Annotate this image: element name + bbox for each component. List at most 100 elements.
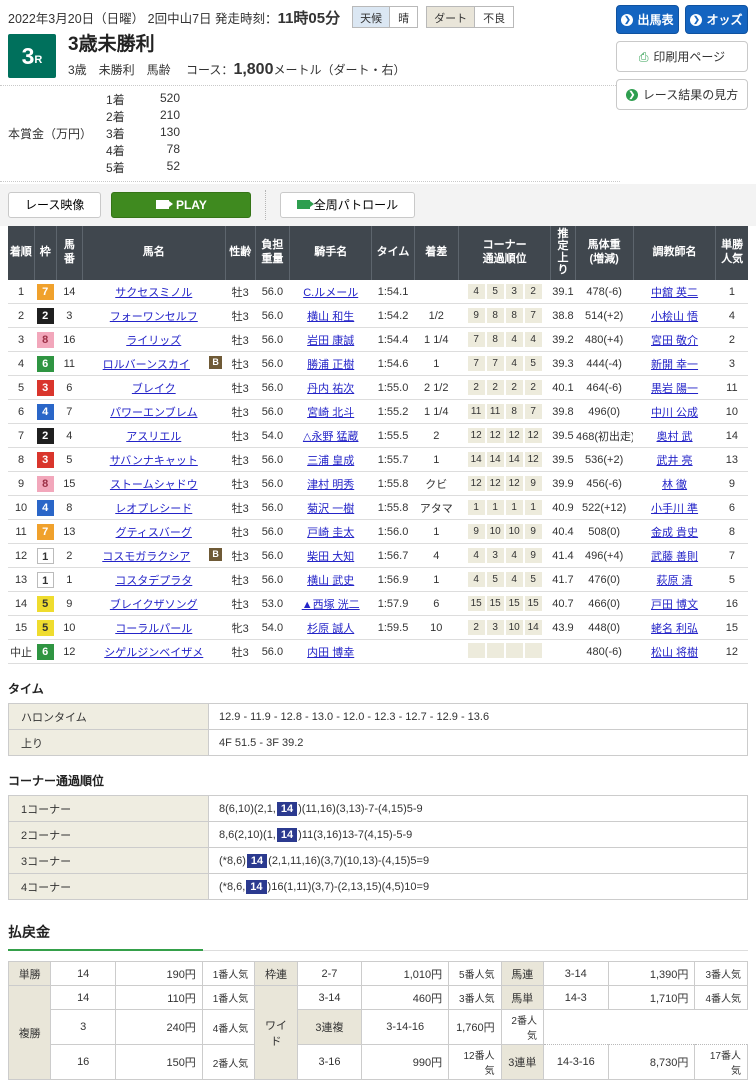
jockey-link[interactable]: 横山 武史: [307, 575, 354, 587]
weather-badge: 天候 晴: [352, 6, 418, 28]
payout-combination: 14-3-16: [543, 1045, 608, 1080]
finish-time: 1:54.4: [372, 328, 414, 352]
trainer-link[interactable]: 中川 公成: [651, 407, 698, 419]
margin: [414, 640, 458, 664]
horse-number: 14: [56, 280, 82, 304]
payout-favorite-rank: 2番人気: [202, 1045, 254, 1080]
jockey-link[interactable]: C.ルメール: [303, 287, 358, 299]
payout-bet-type: 3連複: [297, 1010, 362, 1045]
corner-position-box: 8: [506, 308, 523, 323]
print-page-button[interactable]: ⎙ 印刷用ページ: [616, 41, 748, 72]
jockey-link[interactable]: 丹内 祐次: [307, 383, 354, 395]
last-3f: 39.8: [551, 400, 575, 424]
trainer-link[interactable]: 金成 貴史: [651, 527, 698, 539]
odds-button[interactable]: ❯ オッズ: [685, 5, 748, 34]
trainer-link[interactable]: 黒岩 陽一: [651, 383, 698, 395]
trainer-link[interactable]: 小手川 準: [651, 503, 698, 515]
results-column-header: 着差: [414, 226, 458, 280]
jockey-cell: 杉原 誠人: [289, 616, 371, 640]
finish-time: 1:57.9: [372, 592, 414, 616]
horse-link[interactable]: コスタデプラタ: [115, 575, 192, 587]
jockey-link[interactable]: 宮崎 北斗: [307, 407, 354, 419]
jockey-link[interactable]: △永野 猛蔵: [303, 431, 359, 443]
trainer-link[interactable]: 新開 幸一: [651, 359, 698, 371]
horse-name-cell: ストームシャドウ: [82, 472, 225, 496]
trainer-link[interactable]: 蛯名 利弘: [651, 623, 698, 635]
horse-link[interactable]: ブレイク: [132, 383, 176, 395]
trainer-link[interactable]: 宮田 敬介: [651, 335, 698, 347]
win-favorite-rank: 1: [716, 280, 748, 304]
printer-icon: ⎙: [639, 51, 649, 63]
horse-weight: 476(0): [575, 568, 633, 592]
jockey-link[interactable]: 菊沢 一樹: [307, 503, 354, 515]
results-column-header: タイム: [372, 226, 414, 280]
trainer-link[interactable]: 中舘 英二: [651, 287, 698, 299]
horse-link[interactable]: パワーエンブレム: [110, 407, 197, 419]
last-3f: 40.1: [551, 376, 575, 400]
horse-link[interactable]: グティスバーグ: [116, 527, 192, 539]
jockey-link[interactable]: ▲西塚 洸二: [302, 599, 360, 611]
horse-link[interactable]: コーラルパール: [115, 623, 192, 635]
horse-link[interactable]: レオプレシード: [115, 503, 192, 515]
trainer-link[interactable]: 林 徹: [662, 479, 687, 491]
horse-link[interactable]: シゲルジンベイザメ: [104, 647, 203, 659]
trainer-link[interactable]: 武井 亮: [657, 455, 693, 467]
highlighted-horse-number: 14: [277, 802, 297, 816]
trainer-cell: 小手川 準: [633, 496, 715, 520]
prize-amount: 210: [142, 108, 194, 125]
horse-link[interactable]: ブレイクザソング: [110, 599, 198, 611]
horse-link[interactable]: サバンナキャット: [110, 455, 198, 467]
last-3f: 39.1: [551, 280, 575, 304]
arrow-circle-icon: ❯: [621, 14, 633, 26]
jockey-link[interactable]: 杉原 誠人: [307, 623, 354, 635]
jockey-link[interactable]: 岩田 康誠: [307, 335, 354, 347]
finish-time: 1:56.7: [372, 544, 414, 568]
payout-combination: 3: [51, 1010, 116, 1045]
result-row: 11713グティスバーグ牡356.0戸崎 圭太1:56.0191010940.4…: [8, 520, 748, 544]
horse-link[interactable]: ロルバーンスカイ: [103, 359, 190, 371]
race-video-button[interactable]: レース映像: [8, 192, 101, 218]
result-guide-button[interactable]: ❯ レース結果の見方: [616, 79, 748, 110]
jockey-link[interactable]: 内田 博幸: [307, 647, 354, 659]
corner-position-box: 14: [468, 452, 485, 467]
payout-favorite-rank: 4番人気: [202, 1010, 254, 1045]
patrol-video-button[interactable]: 全周パトロール: [280, 192, 415, 218]
prize-amount: 130: [142, 125, 194, 142]
horse-weight: 480(+4): [575, 328, 633, 352]
corner-position-box: 5: [487, 284, 504, 299]
corner-position-box: 8: [506, 404, 523, 419]
race-number-badge: 3R: [8, 34, 56, 78]
trainer-link[interactable]: 戸田 博文: [651, 599, 698, 611]
jockey-link[interactable]: 三浦 皇成: [307, 455, 354, 467]
trainer-link[interactable]: 武藤 善則: [651, 551, 698, 563]
jockey-link[interactable]: 横山 和生: [307, 311, 354, 323]
horse-link[interactable]: コスモガラクシア: [102, 551, 190, 563]
horse-link[interactable]: ストームシャドウ: [110, 479, 198, 491]
trainer-link[interactable]: 萩原 清: [657, 575, 693, 587]
trainer-link[interactable]: 小桧山 悟: [651, 311, 698, 323]
sex-age: 牡3: [225, 544, 255, 568]
horse-link[interactable]: アスリエル: [126, 431, 181, 443]
trainer-link[interactable]: 奥村 武: [657, 431, 693, 443]
jockey-link[interactable]: 柴田 大知: [307, 551, 354, 563]
horse-link[interactable]: サクセスミノル: [115, 287, 192, 299]
play-button[interactable]: PLAY: [111, 192, 251, 218]
result-row: 1714サクセスミノル牡356.0C.ルメール1:54.1453239.1478…: [8, 280, 748, 304]
result-row: 9815ストームシャドウ牡356.0津村 明秀1:55.8クビ121212939…: [8, 472, 748, 496]
jockey-cell: 勝浦 正樹: [289, 352, 371, 376]
jockey-link[interactable]: 勝浦 正樹: [307, 359, 354, 371]
jockey-link[interactable]: 戸崎 圭太: [307, 527, 354, 539]
horse-link[interactable]: ライリッズ: [126, 335, 181, 347]
race-results-table: 着順枠馬 番馬名性齢負担 重量騎手名タイム着差コーナー 通過順位推定上り馬体重 …: [8, 226, 748, 665]
horse-link[interactable]: フォーワンセルフ: [110, 311, 198, 323]
entries-button[interactable]: ❯ 出馬表: [616, 5, 679, 34]
corner-positions: 231014: [458, 616, 551, 640]
horse-weight: 536(+2): [575, 448, 633, 472]
last-3f: 43.9: [551, 616, 575, 640]
corner-position-box: 9: [468, 524, 485, 539]
last-3f: 39.5: [551, 448, 575, 472]
trainer-link[interactable]: 松山 将樹: [651, 647, 698, 659]
win-favorite-rank: 8: [716, 520, 748, 544]
corner-position-box: 3: [487, 548, 504, 563]
jockey-link[interactable]: 津村 明秀: [307, 479, 354, 491]
